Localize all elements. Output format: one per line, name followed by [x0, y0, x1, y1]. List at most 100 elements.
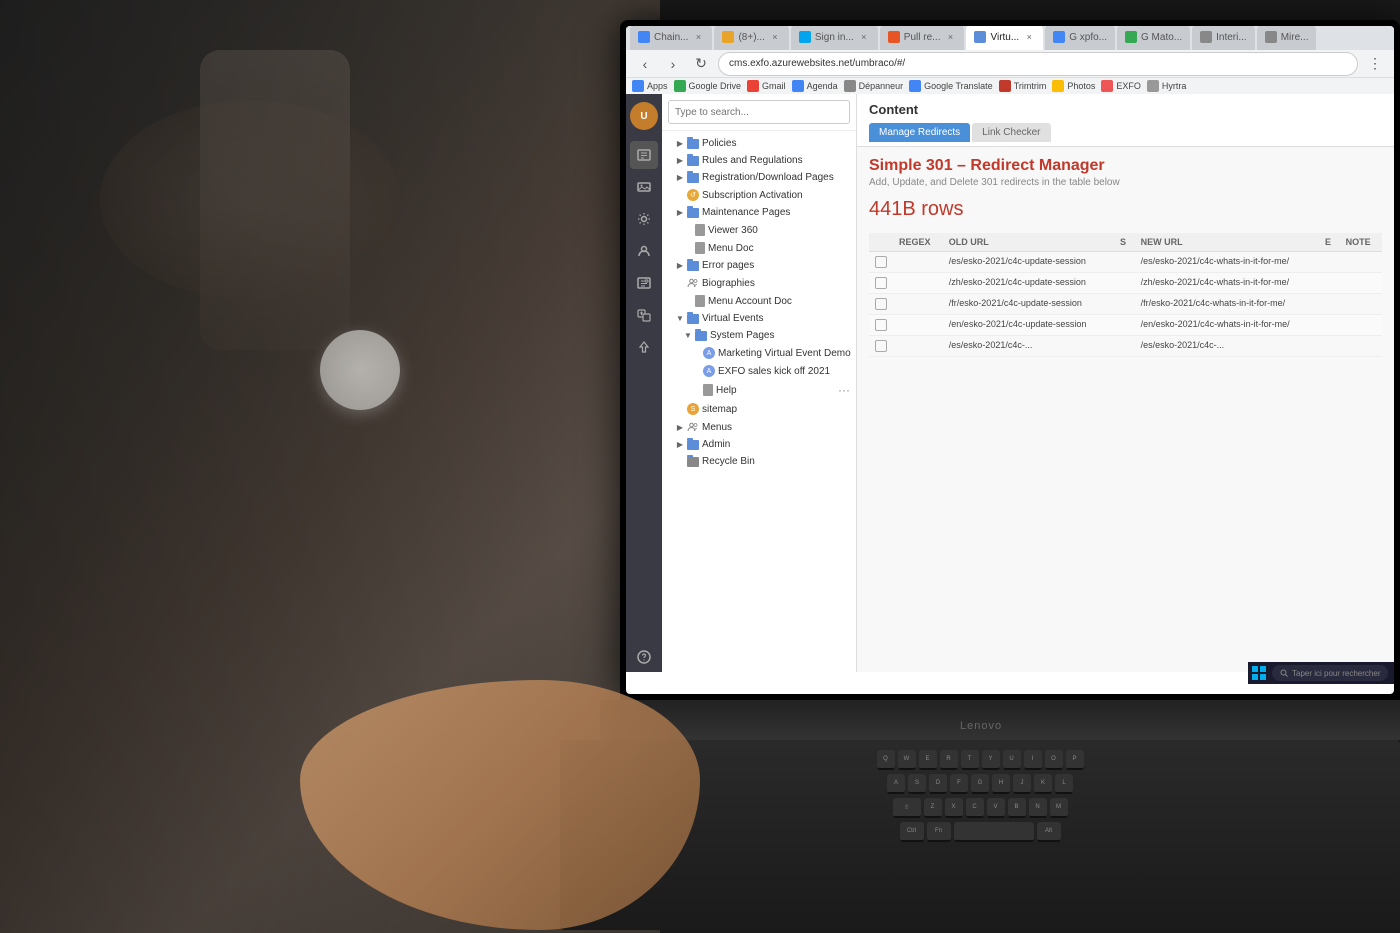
tree-item-virtualevents[interactable]: ▼ Virtual Events — [662, 310, 856, 327]
key-ctrl[interactable]: Ctrl — [900, 822, 924, 842]
bookmark-photos[interactable]: Photos — [1052, 80, 1095, 92]
key-w[interactable]: W — [898, 750, 916, 770]
browser-tab-2[interactable]: (8+)... × — [714, 26, 788, 50]
tree-item-systempages[interactable]: ▼ System Pages — [662, 327, 856, 344]
cms-icon-settings[interactable] — [630, 205, 658, 233]
browser-tab-4[interactable]: Pull re... × — [880, 26, 965, 50]
browser-tab-1[interactable]: Chain... × — [630, 26, 712, 50]
bookmark-hyrtra[interactable]: Hyrtra — [1147, 80, 1187, 92]
row-checkbox-4[interactable] — [869, 315, 893, 336]
tab-close-4[interactable]: × — [944, 31, 956, 43]
refresh-button[interactable]: ↻ — [690, 53, 712, 75]
bookmark-exfo[interactable]: EXFO — [1101, 80, 1141, 92]
key-g[interactable]: G — [971, 774, 989, 794]
tree-item-help[interactable]: ▶ Help ··· — [662, 380, 856, 400]
browser-tab-9[interactable]: Mire... — [1257, 26, 1317, 50]
key-j[interactable]: J — [1013, 774, 1031, 794]
cms-icon-content[interactable] — [630, 141, 658, 169]
bookmark-dep[interactable]: Dépanneur — [844, 80, 904, 92]
tree-arrow-rules: ▶ — [676, 157, 684, 165]
tab-close-5[interactable]: × — [1023, 31, 1035, 43]
key-shift[interactable]: ⇧ — [893, 798, 921, 818]
tree-item-biographies[interactable]: ▶ Biographies — [662, 274, 856, 292]
back-button[interactable]: ‹ — [634, 53, 656, 75]
browser-tab-5[interactable]: Virtu... × — [966, 26, 1043, 50]
key-t[interactable]: T — [961, 750, 979, 770]
cms-icon-translation[interactable] — [630, 301, 658, 329]
key-q[interactable]: Q — [877, 750, 895, 770]
windows-logo[interactable] — [1252, 666, 1266, 680]
tree-item-exfosales[interactable]: ▶ A EXFO sales kick off 2021 — [662, 362, 856, 380]
tree-item-maintenance[interactable]: ▶ Maintenance Pages — [662, 204, 856, 221]
key-i[interactable]: I — [1024, 750, 1042, 770]
key-l[interactable]: L — [1055, 774, 1073, 794]
browser-tab-7[interactable]: G Mato... — [1117, 26, 1190, 50]
row-checkbox-3[interactable] — [869, 294, 893, 315]
bookmark-apps[interactable]: Apps — [632, 80, 668, 92]
tab-close-1[interactable]: × — [692, 31, 704, 43]
tree-item-menudoc[interactable]: ▶ Menu Doc — [662, 239, 856, 257]
key-s[interactable]: S — [908, 774, 926, 794]
tree-item-registration[interactable]: ▶ Registration/Download Pages — [662, 169, 856, 186]
key-x[interactable]: X — [945, 798, 963, 818]
browser-tab-6[interactable]: G xpfo... — [1045, 26, 1115, 50]
tab-close-3[interactable]: × — [858, 31, 870, 43]
key-z[interactable]: Z — [924, 798, 942, 818]
tree-item-policies[interactable]: ▶ Policies — [662, 135, 856, 152]
key-n[interactable]: N — [1029, 798, 1047, 818]
cms-icon-members[interactable] — [630, 237, 658, 265]
key-alt[interactable]: Alt — [1037, 822, 1061, 842]
tab-link-checker[interactable]: Link Checker — [972, 123, 1050, 142]
row-checkbox-2[interactable] — [869, 273, 893, 294]
bookmark-drive[interactable]: Google Drive — [674, 80, 742, 92]
key-u[interactable]: U — [1003, 750, 1021, 770]
key-k[interactable]: K — [1034, 774, 1052, 794]
bookmark-label-hyrtra: Hyrtra — [1162, 81, 1187, 91]
taskbar-search[interactable]: Taper ici pour rechercher — [1272, 665, 1388, 681]
bookmark-gmail[interactable]: Gmail — [747, 80, 786, 92]
key-y[interactable]: Y — [982, 750, 1000, 770]
key-e[interactable]: E — [919, 750, 937, 770]
key-f[interactable]: F — [950, 774, 968, 794]
key-a[interactable]: A — [887, 774, 905, 794]
tree-item-menuaccountdoc[interactable]: ▶ Menu Account Doc — [662, 292, 856, 310]
bookmark-translate[interactable]: Google Translate — [909, 80, 993, 92]
key-h[interactable]: H — [992, 774, 1010, 794]
forward-button[interactable]: › — [662, 53, 684, 75]
key-space[interactable] — [954, 822, 1034, 842]
key-v[interactable]: V — [987, 798, 1005, 818]
key-r[interactable]: R — [940, 750, 958, 770]
key-o[interactable]: O — [1045, 750, 1063, 770]
row-checkbox-5[interactable] — [869, 336, 893, 357]
tree-item-subscription[interactable]: ▶ ↺ Subscription Activation — [662, 186, 856, 204]
bookmark-agenda[interactable]: Agenda — [792, 80, 838, 92]
bookmark-trimtrim[interactable]: Trimtrim — [999, 80, 1047, 92]
tree-item-marketing[interactable]: ▶ A Marketing Virtual Event Demo — [662, 344, 856, 362]
key-fn[interactable]: Fn — [927, 822, 951, 842]
row-checkbox-1[interactable] — [869, 252, 893, 273]
tree-item-sitemap[interactable]: ▶ S sitemap — [662, 400, 856, 418]
key-p[interactable]: P — [1066, 750, 1084, 770]
tree-item-error[interactable]: ▶ Error pages — [662, 257, 856, 274]
cms-icon-deploy[interactable] — [630, 333, 658, 361]
browser-tab-8[interactable]: Interi... — [1192, 26, 1255, 50]
tree-item-recycle[interactable]: ▶ Recycle Bin — [662, 453, 856, 470]
cms-icon-help[interactable] — [630, 643, 658, 671]
tree-item-rules[interactable]: ▶ Rules and Regulations — [662, 152, 856, 169]
tree-item-admin[interactable]: ▶ Admin — [662, 436, 856, 453]
address-bar[interactable]: cms.exfo.azurewebsites.net/umbraco/#/ — [718, 52, 1358, 76]
browser-tab-3[interactable]: Sign in... × — [791, 26, 878, 50]
cms-search-input[interactable] — [668, 100, 850, 124]
key-c[interactable]: C — [966, 798, 984, 818]
extensions-button[interactable]: ⋮ — [1364, 53, 1386, 75]
tree-item-viewer360[interactable]: ▶ Viewer 360 — [662, 221, 856, 239]
cms-icon-media[interactable] — [630, 173, 658, 201]
tab-close-2[interactable]: × — [769, 31, 781, 43]
key-d[interactable]: D — [929, 774, 947, 794]
cms-icon-forms[interactable] — [630, 269, 658, 297]
tree-item-menus[interactable]: ▶ Menus — [662, 418, 856, 436]
key-b[interactable]: B — [1008, 798, 1026, 818]
tab-manage-redirects[interactable]: Manage Redirects — [869, 123, 970, 142]
help-dots-button[interactable]: ··· — [838, 383, 850, 397]
key-m[interactable]: M — [1050, 798, 1068, 818]
